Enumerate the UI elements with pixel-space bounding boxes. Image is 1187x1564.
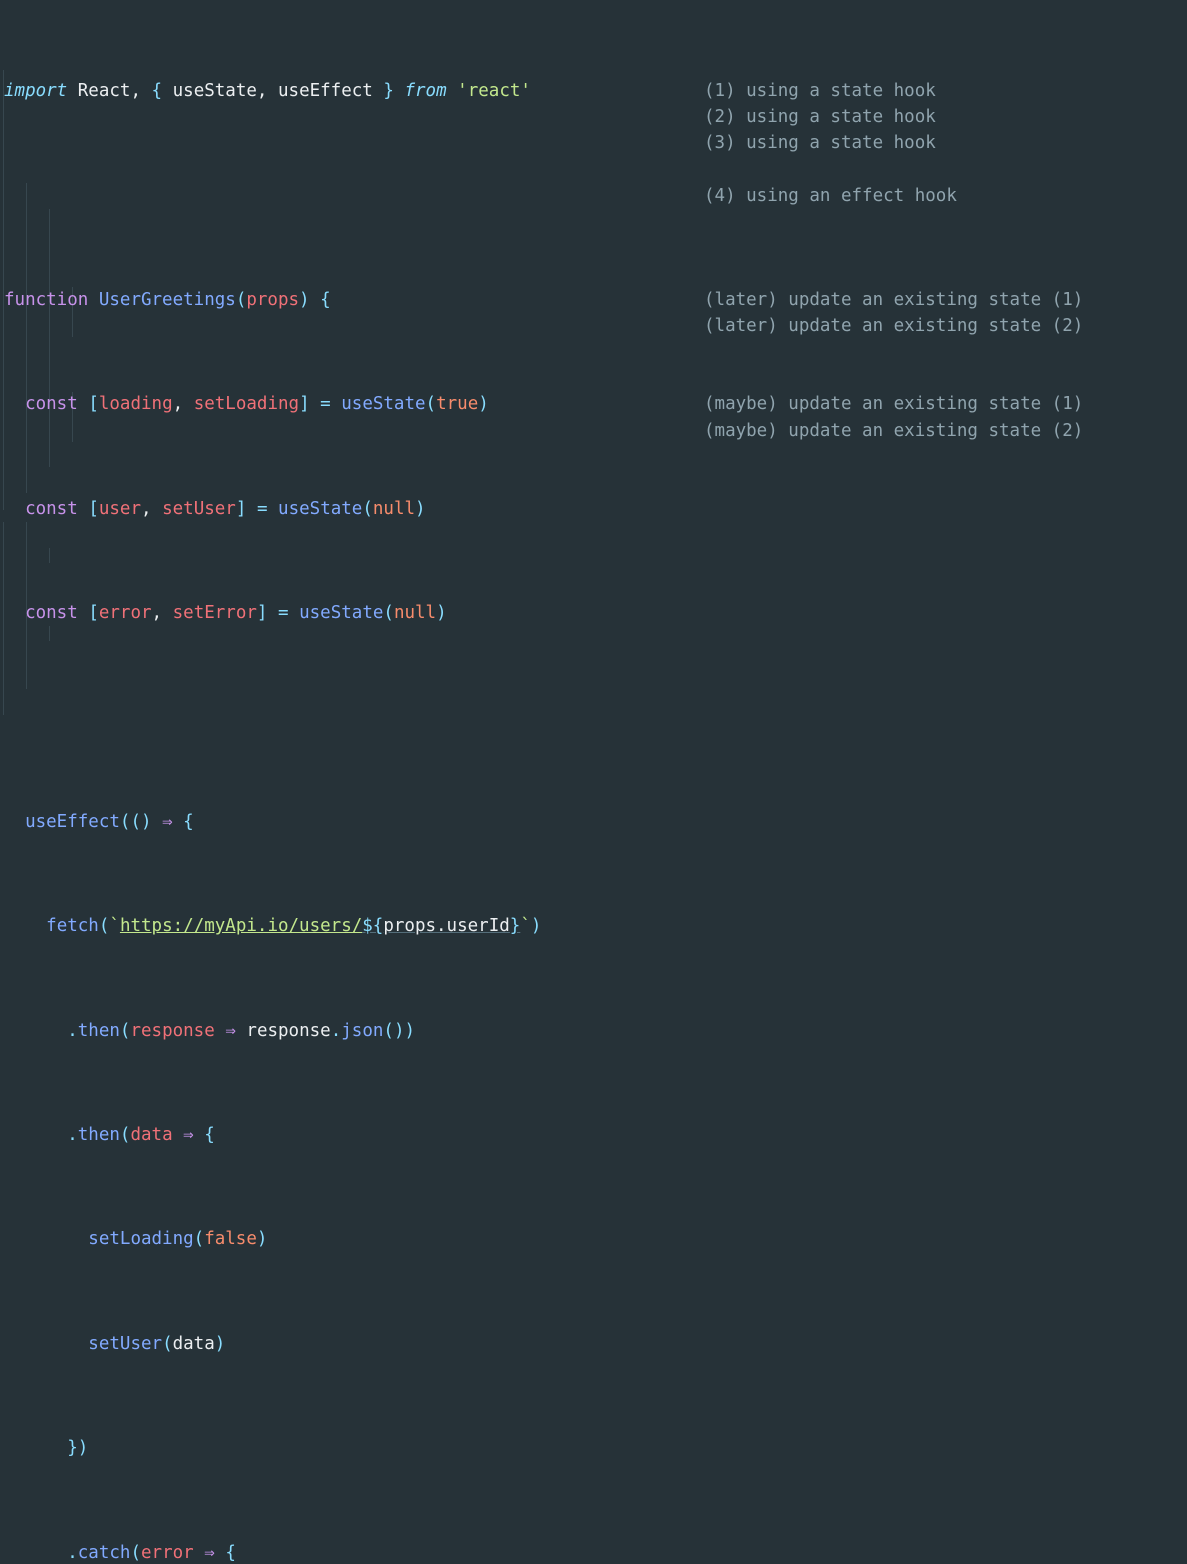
token-string-react: 'react': [457, 81, 531, 102]
code-line-11: .then(data ⇒ {: [67, 1125, 215, 1146]
annotation-spacer: [704, 522, 1083, 548]
token-identifier-data: data: [172, 1333, 215, 1354]
annotation-spacer: [704, 705, 1083, 731]
token-identifier-react: React: [77, 81, 131, 102]
token-method-catch: catch: [77, 1542, 131, 1563]
annotation-spacer: [704, 496, 1083, 522]
token-arrow: ⇒: [204, 1542, 215, 1563]
token-literal-null: null: [372, 498, 416, 519]
token-var-setuser: setUser: [162, 498, 236, 519]
code-line-10: .then(response ⇒ response.json()): [67, 1020, 416, 1041]
annotation-spacer: [704, 444, 1083, 470]
annotation-spacer: [704, 626, 1083, 652]
token-var-error: error: [98, 603, 152, 624]
token-function-name: UserGreetings: [98, 290, 236, 311]
backtick-open: `: [109, 916, 120, 937]
token-call-usestate: useState: [299, 603, 384, 624]
token-param-data: data: [130, 1125, 173, 1146]
annotation-spacer: [704, 548, 1083, 574]
token-method-then: then: [77, 1125, 120, 1146]
token-identifier-useeffect: useEffect: [278, 81, 373, 102]
code-line-14: }): [67, 1438, 89, 1459]
token-keyword-import: import: [4, 81, 68, 102]
token-method-json: json: [341, 1020, 384, 1041]
token-literal-true: true: [436, 394, 479, 415]
annotation-spacer: [704, 209, 1083, 235]
annotation-spacer: [704, 26, 1083, 52]
annotation-spacer: [704, 339, 1083, 365]
annotation-text: (2) using a state hook: [704, 107, 936, 128]
annotation-text: (later) update an existing state (2): [704, 316, 1084, 337]
token-var-seterror: setError: [172, 603, 257, 624]
annotation-text: (maybe) update an existing state (1): [704, 394, 1084, 415]
code-line-9: fetch(`https://myApi.io/users/${props.us…: [46, 916, 542, 937]
token-call-useeffect: useEffect: [25, 811, 120, 832]
interpolation-open: ${: [362, 916, 384, 937]
annotation-spacer: [704, 731, 1083, 757]
token-method-then: then: [77, 1020, 120, 1041]
token-param-error: error: [141, 1542, 194, 1563]
token-var-user: user: [98, 498, 142, 519]
code-editor-surface: import React, { useState, useEffect } fr…: [0, 0, 1187, 1563]
token-identifier-usestate: useState: [172, 81, 257, 102]
token-keyword-const: const: [25, 603, 78, 624]
annotation-spacer: [704, 261, 1083, 287]
annotation-text: (4) using an effect hook: [704, 185, 957, 206]
code-line-12: setLoading(false): [88, 1229, 268, 1250]
token-call-usestate: useState: [278, 498, 363, 519]
code-line-15: .catch(error ⇒ {: [67, 1542, 236, 1563]
token-arrow: ⇒: [183, 1125, 194, 1146]
token-param-props: props: [246, 290, 300, 311]
backtick-close: `: [520, 916, 531, 937]
token-var-loading: loading: [98, 394, 173, 415]
annotation-spacer: [704, 235, 1083, 261]
annotation-column: (1) using a state hook (2) using a state …: [704, 0, 1083, 783]
annotation-spacer: [704, 757, 1083, 783]
token-identifier-response: response: [246, 1020, 331, 1041]
token-literal-false: false: [204, 1229, 257, 1250]
annotation-spacer: [704, 0, 1083, 26]
annotation-spacer: [704, 652, 1083, 678]
annotation-spacer: [704, 52, 1083, 78]
annotation-spacer: [704, 678, 1083, 704]
token-keyword-from: from: [404, 81, 447, 102]
token-literal-null: null: [393, 603, 437, 624]
token-url-string: https://myApi.io/users/: [119, 916, 363, 937]
token-call-usestate: useState: [341, 394, 426, 415]
annotation-text: (3) using a state hook: [704, 133, 936, 154]
brace-open: {: [151, 81, 163, 102]
annotation-spacer: [704, 365, 1083, 391]
code-line-13: setUser(data): [88, 1333, 226, 1354]
annotation-spacer: [704, 600, 1083, 626]
code-line-8: useEffect(() ⇒ {: [25, 811, 194, 832]
token-arrow: ⇒: [225, 1020, 236, 1041]
token-keyword-function: function: [4, 290, 89, 311]
token-keyword-const: const: [25, 394, 78, 415]
token-call-fetch: fetch: [46, 916, 99, 937]
token-var-setloading: setLoading: [193, 394, 300, 415]
token-arrow: ⇒: [162, 811, 173, 832]
interpolation-close: }: [509, 916, 521, 937]
brace-close: }: [383, 81, 394, 102]
annotation-text: (later) update an existing state (1): [704, 290, 1084, 311]
token-call-setuser: setUser: [88, 1333, 163, 1354]
token-keyword-const: const: [25, 498, 78, 519]
annotation-text: (1) using a state hook: [704, 81, 936, 102]
token-interpolation-expr: props.userId: [383, 916, 510, 937]
annotation-spacer: [704, 470, 1083, 496]
token-param-response: response: [130, 1020, 215, 1041]
token-call-setloading: setLoading: [88, 1229, 194, 1250]
annotation-spacer: [704, 157, 1083, 183]
annotation-spacer: [704, 574, 1083, 600]
annotation-text: (maybe) update an existing state (2): [704, 420, 1084, 441]
